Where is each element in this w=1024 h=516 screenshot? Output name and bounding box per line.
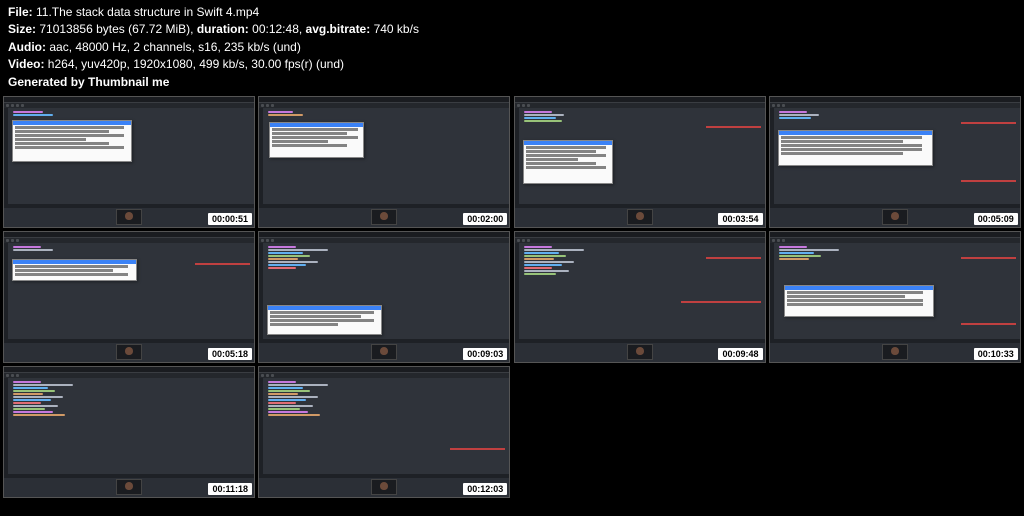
autocomplete-popup [267, 305, 382, 335]
webcam-pip [116, 344, 142, 360]
autocomplete-popup [784, 285, 934, 317]
webcam-pip [371, 479, 397, 495]
timestamp-badge: 00:11:18 [208, 483, 252, 495]
timestamp-badge: 00:00:51 [208, 213, 252, 225]
audio-value: aac, 48000 Hz, 2 channels, s16, 235 kb/s… [49, 40, 301, 54]
autocomplete-popup [12, 120, 132, 162]
thumbnail-grid: 00:00:51 00:02:00 [0, 93, 1024, 501]
thumbnail: 00:05:09 [769, 96, 1021, 228]
size-value: 71013856 bytes (67.72 MiB), [39, 22, 193, 36]
duration-label: duration: [197, 22, 249, 36]
thumbnail: 00:11:18 [3, 366, 255, 498]
audio-label: Audio: [8, 40, 46, 54]
webcam-pip [116, 209, 142, 225]
duration-value: 00:12:48, [252, 22, 302, 36]
autocomplete-popup [269, 122, 364, 158]
thumbnail: 00:12:03 [258, 366, 510, 498]
webcam-pip [627, 344, 653, 360]
thumbnail: 00:10:33 [769, 231, 1021, 363]
webcam-pip [371, 344, 397, 360]
metadata-header: File: 11.The stack data structure in Swi… [0, 0, 1024, 93]
bitrate-value: 740 kb/s [374, 22, 419, 36]
webcam-pip [116, 479, 142, 495]
thumbnail: 00:05:18 [3, 231, 255, 363]
thumbnail: 00:02:00 [258, 96, 510, 228]
timestamp-badge: 00:09:03 [463, 348, 507, 360]
bitrate-label: avg.bitrate: [306, 22, 371, 36]
generated-by: Generated by Thumbnail me [8, 75, 169, 89]
file-label: File: [8, 5, 33, 19]
timestamp-badge: 00:02:00 [463, 213, 507, 225]
video-label: Video: [8, 57, 44, 71]
file-value: 11.The stack data structure in Swift 4.m… [36, 5, 259, 19]
webcam-pip [371, 209, 397, 225]
webcam-pip [882, 209, 908, 225]
thumbnail: 00:09:48 [514, 231, 766, 363]
thumbnail: 00:03:54 [514, 96, 766, 228]
size-label: Size: [8, 22, 36, 36]
autocomplete-popup [523, 140, 613, 184]
timestamp-badge: 00:09:48 [718, 348, 762, 360]
timestamp-badge: 00:10:33 [974, 348, 1018, 360]
autocomplete-popup [778, 130, 933, 166]
webcam-pip [882, 344, 908, 360]
timestamp-badge: 00:05:18 [208, 348, 252, 360]
video-value: h264, yuv420p, 1920x1080, 499 kb/s, 30.0… [48, 57, 344, 71]
thumbnail: 00:09:03 [258, 231, 510, 363]
timestamp-badge: 00:05:09 [974, 213, 1018, 225]
timestamp-badge: 00:12:03 [463, 483, 507, 495]
timestamp-badge: 00:03:54 [718, 213, 762, 225]
webcam-pip [627, 209, 653, 225]
autocomplete-popup [12, 259, 137, 281]
thumbnail: 00:00:51 [3, 96, 255, 228]
